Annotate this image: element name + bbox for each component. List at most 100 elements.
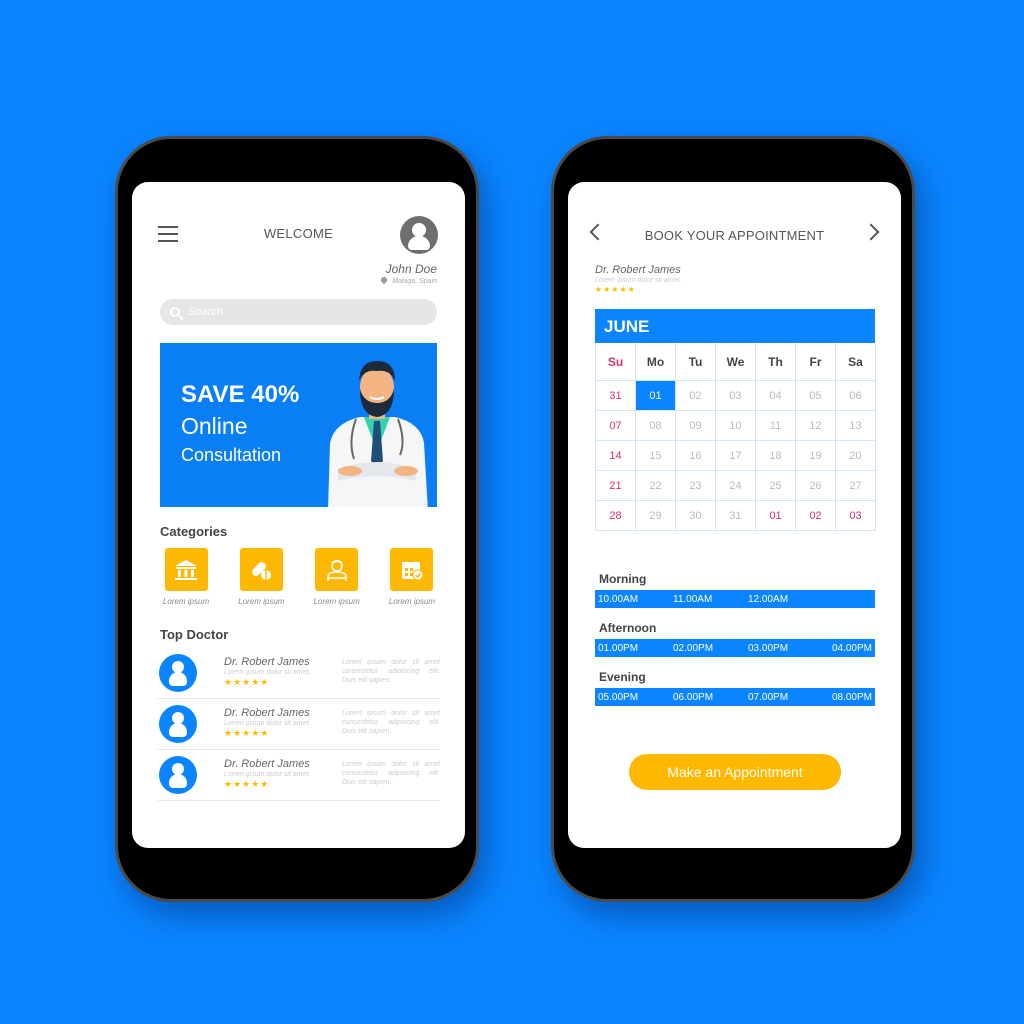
calendar-day[interactable]: 16 xyxy=(676,441,716,471)
doctor-list-item[interactable]: Dr. Robert James Lorem ipsum dolor sit a… xyxy=(158,699,440,750)
doctor-subtitle: Lorem ipsum dolor sit amet. xyxy=(224,669,311,676)
calendar-day[interactable]: 03 xyxy=(836,501,876,531)
calendar-day[interactable]: 07 xyxy=(596,411,636,441)
doctor-list-item[interactable]: Dr. Robert James Lorem ipsum dolor sit a… xyxy=(158,648,440,699)
calendar-day[interactable]: 25 xyxy=(756,471,796,501)
weekday-header: Tu xyxy=(676,343,716,381)
calendar-day[interactable]: 20 xyxy=(836,441,876,471)
calendar-day[interactable]: 31 xyxy=(716,501,756,531)
rating-stars: ★★★★★ xyxy=(224,779,270,789)
slot-label-morning: Morning xyxy=(599,572,647,586)
calendar-day[interactable]: 17 xyxy=(716,441,756,471)
rating-stars: ★★★★★ xyxy=(224,677,270,687)
weekday-header: Fr xyxy=(796,343,836,381)
rating-stars: ★★★★★ xyxy=(224,728,270,738)
category-item-doctor[interactable]: Lorem ipsum xyxy=(305,548,369,606)
banner-line-3: Consultation xyxy=(181,445,282,465)
calendar-day[interactable]: 13 xyxy=(836,411,876,441)
calendar-day[interactable]: 11 xyxy=(756,411,796,441)
time-slot[interactable]: 05.00PM xyxy=(598,692,673,703)
home-screen: WELCOME John Doe Malaga, Spain SAVE 40% … xyxy=(132,182,465,848)
calendar-day[interactable]: 22 xyxy=(636,471,676,501)
doctor-list-item[interactable]: Dr. Robert James Lorem ipsum dolor sit a… xyxy=(158,750,440,801)
search-icon xyxy=(170,307,180,317)
location-pin-icon xyxy=(379,275,389,285)
calendar-day[interactable]: 02 xyxy=(676,381,716,411)
calendar-day[interactable]: 29 xyxy=(636,501,676,531)
doctor-description: Lorem ipsum dolor sit amet consectetur a… xyxy=(342,761,440,786)
calendar-day[interactable]: 14 xyxy=(596,441,636,471)
calendar-check-icon xyxy=(401,561,424,580)
calendar-day[interactable]: 10 xyxy=(716,411,756,441)
calendar-day[interactable]: 12 xyxy=(796,411,836,441)
calendar-day[interactable]: 15 xyxy=(636,441,676,471)
slot-label-evening: Evening xyxy=(599,670,646,684)
doctor-name: Dr. Robert James xyxy=(224,656,310,668)
calendar-day[interactable]: 24 xyxy=(716,471,756,501)
time-slot[interactable]: 02.00PM xyxy=(673,643,748,654)
rating-stars: ★★★★★ xyxy=(595,285,636,294)
category-label: Lorem ipsum xyxy=(388,597,436,606)
slot-bar-evening: 05.00PM 06.00PM 07.00PM 08.00PM xyxy=(595,688,875,706)
calendar-day[interactable]: 21 xyxy=(596,471,636,501)
category-item-hospital[interactable]: Lorem ipsum xyxy=(154,548,218,606)
weekday-header: Sa xyxy=(836,343,876,381)
category-item-calendar[interactable]: Lorem ipsum xyxy=(380,548,444,606)
doctor-name: Dr. Robert James xyxy=(224,707,310,719)
user-location: Malaga, Spain xyxy=(379,275,437,285)
calendar-day[interactable]: 05 xyxy=(796,381,836,411)
doctor-avatar-icon xyxy=(159,756,197,794)
calendar: JUNE Su Mo Tu We Th Fr Sa 31 01 02 03 04 05 06 07 08 09 1… xyxy=(595,309,876,531)
booking-screen: BOOK YOUR APPOINTMENT Dr. Robert James L… xyxy=(568,182,901,848)
time-slot[interactable]: 03.00PM xyxy=(748,643,823,654)
category-label: Lorem ipsum xyxy=(238,597,285,606)
calendar-day[interactable]: 28 xyxy=(596,501,636,531)
promo-banner[interactable]: SAVE 40% Online Consultation xyxy=(160,343,437,507)
banner-line-2: Online xyxy=(181,413,248,439)
make-appointment-button[interactable]: Make an Appointment xyxy=(629,754,841,790)
user-name: John Doe xyxy=(385,262,437,276)
hospital-building-icon xyxy=(175,559,197,580)
doctor-avatar-icon xyxy=(159,654,197,692)
calendar-day[interactable]: 31 xyxy=(596,381,636,411)
calendar-day[interactable]: 03 xyxy=(716,381,756,411)
doctor-subtitle: Lorem ipsum dolor sit amet. xyxy=(595,277,682,284)
calendar-day[interactable]: 26 xyxy=(796,471,836,501)
weekday-header: Th xyxy=(756,343,796,381)
weekday-header: Mo xyxy=(636,343,676,381)
time-slot[interactable]: 08.00PM xyxy=(832,692,875,703)
calendar-day[interactable]: 30 xyxy=(676,501,716,531)
time-slot[interactable]: 04.00PM xyxy=(832,643,875,654)
category-label: Lorem ipsum xyxy=(313,597,360,606)
user-avatar-icon[interactable] xyxy=(400,216,438,254)
category-item-pills[interactable]: Lorem ipsum xyxy=(229,548,293,606)
slot-bar-afternoon: 01.00PM 02.00PM 03.00PM 04.00PM xyxy=(595,639,875,657)
calendar-day[interactable]: 27 xyxy=(836,471,876,501)
doctor-avatar-icon xyxy=(159,705,197,743)
calendar-day[interactable]: 01 xyxy=(756,501,796,531)
calendar-day-selected[interactable]: 01 xyxy=(636,381,676,411)
slot-label-afternoon: Afternoon xyxy=(599,621,657,635)
time-slot[interactable]: 11.00AM xyxy=(673,594,748,605)
calendar-day[interactable]: 09 xyxy=(676,411,716,441)
calendar-day[interactable]: 08 xyxy=(636,411,676,441)
calendar-day[interactable]: 04 xyxy=(756,381,796,411)
calendar-grid: Su Mo Tu We Th Fr Sa 31 01 02 03 04 05 06 07 08 09 10 11 12… xyxy=(595,343,876,531)
doctor-name: Dr. Robert James xyxy=(595,264,681,276)
time-slot[interactable]: 07.00PM xyxy=(748,692,823,703)
search-bar[interactable] xyxy=(160,299,437,325)
time-slot[interactable]: 12.00AM xyxy=(748,594,791,605)
search-input[interactable] xyxy=(188,306,408,318)
calendar-day[interactable]: 06 xyxy=(836,381,876,411)
time-slot[interactable]: 06.00PM xyxy=(673,692,748,703)
time-slot[interactable]: 10.00AM xyxy=(598,594,673,605)
phone-booking: BOOK YOUR APPOINTMENT Dr. Robert James L… xyxy=(551,136,915,902)
time-slot[interactable]: 01.00PM xyxy=(598,643,673,654)
calendar-month: JUNE xyxy=(595,309,875,343)
calendar-day[interactable]: 18 xyxy=(756,441,796,471)
calendar-day[interactable]: 02 xyxy=(796,501,836,531)
calendar-day[interactable]: 23 xyxy=(676,471,716,501)
slot-bar-morning: 10.00AM 11.00AM 12.00AM xyxy=(595,590,875,608)
doctor-subtitle: Lorem ipsum dolor sit amet. xyxy=(224,720,311,727)
calendar-day[interactable]: 19 xyxy=(796,441,836,471)
